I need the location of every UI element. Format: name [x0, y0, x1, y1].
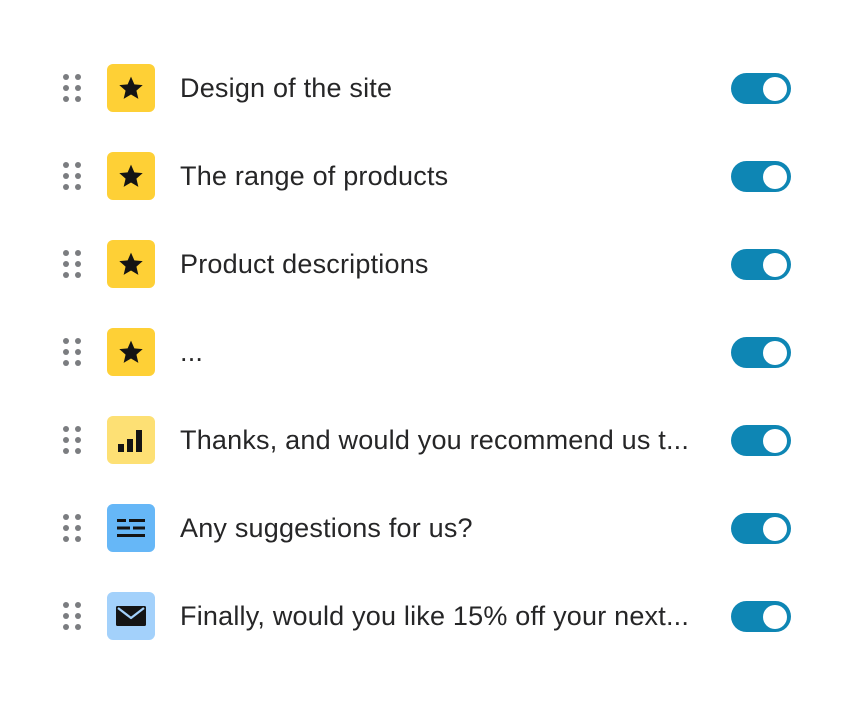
star-icon: [119, 164, 143, 187]
question-label: Finally, would you like 15% off your nex…: [180, 601, 690, 631]
drag-handle-icon[interactable]: [61, 162, 85, 192]
email-question-type: [107, 592, 155, 640]
drag-handle-icon[interactable]: [61, 426, 85, 456]
question-label: Product descriptions: [180, 249, 429, 279]
enable-toggle[interactable]: [731, 601, 791, 632]
star-icon: [119, 252, 143, 275]
text-question-type: [107, 504, 155, 552]
nps-question-type: [107, 416, 155, 464]
enable-toggle[interactable]: [731, 513, 791, 544]
question-row[interactable]: Design of the site: [0, 44, 855, 132]
enable-toggle[interactable]: [731, 337, 791, 368]
question-row[interactable]: Product descriptions: [0, 220, 855, 308]
toggle-knob: [763, 340, 787, 365]
drag-handle-icon[interactable]: [61, 74, 85, 104]
envelope-icon: [116, 606, 146, 626]
question-label: Any suggestions for us?: [180, 513, 473, 543]
text-lines-icon: [117, 519, 145, 537]
drag-handle-icon[interactable]: [61, 250, 85, 280]
enable-toggle[interactable]: [731, 161, 791, 192]
toggle-knob: [763, 604, 787, 629]
star-icon: [119, 340, 143, 363]
question-label: The range of products: [180, 161, 449, 191]
star-icon: [119, 76, 143, 99]
drag-handle-icon[interactable]: [61, 338, 85, 368]
rating-question-type: [107, 152, 155, 200]
question-row[interactable]: The range of products: [0, 132, 855, 220]
toggle-knob: [763, 428, 787, 453]
enable-toggle[interactable]: [731, 425, 791, 456]
drag-handle-icon[interactable]: [61, 514, 85, 544]
toggle-knob: [763, 76, 787, 101]
toggle-knob: [763, 516, 787, 541]
toggle-knob: [763, 252, 787, 277]
drag-handle-icon[interactable]: [61, 602, 85, 632]
enable-toggle[interactable]: [731, 249, 791, 280]
question-label: Thanks, and would you recommend us t...: [180, 425, 690, 455]
rating-question-type: [107, 64, 155, 112]
question-row[interactable]: Any suggestions for us?: [0, 484, 855, 572]
enable-toggle[interactable]: [731, 73, 791, 104]
rating-question-type: [107, 328, 155, 376]
question-row[interactable]: ...: [0, 308, 855, 396]
rating-question-type: [107, 240, 155, 288]
question-row[interactable]: Finally, would you like 15% off your nex…: [0, 572, 855, 660]
question-row[interactable]: Thanks, and would you recommend us t...: [0, 396, 855, 484]
question-label: ...: [180, 337, 204, 367]
bar-chart-icon: [118, 430, 142, 452]
question-list: Design of the site The range of products: [0, 44, 855, 660]
toggle-knob: [763, 164, 787, 189]
question-label: Design of the site: [180, 73, 393, 103]
